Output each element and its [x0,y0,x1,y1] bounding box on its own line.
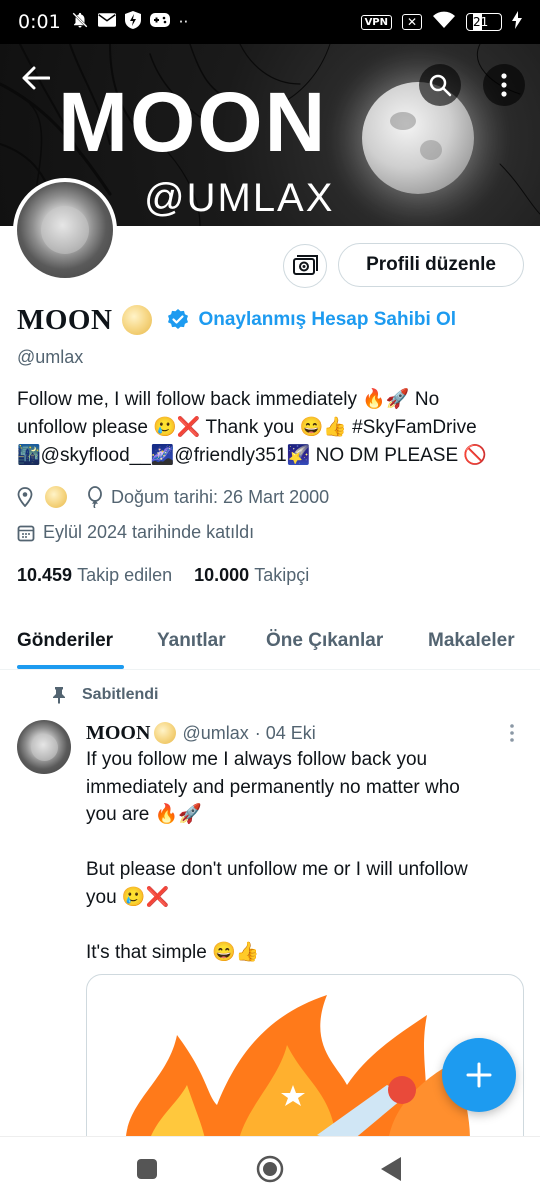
banner-title: MOON [58,75,328,169]
back-nav-button[interactable] [381,1157,401,1185]
full-moon-emoji [122,305,153,335]
search-icon [429,74,452,97]
birthday-text: Doğum tarihi: 26 Mart 2000 [111,486,330,507]
bell-off-icon [71,11,89,33]
vpn-badge: VPN [360,14,392,30]
edit-profile-button[interactable]: Profili düzenle [338,243,524,287]
tab-replies[interactable]: Yanıtlar [157,630,226,652]
status-time: 0:01 [18,11,61,33]
tweet-author-avatar[interactable] [17,720,71,774]
bio-line: Follow me, I will follow back immediatel… [17,389,440,410]
tweet-author-handle[interactable]: @umlax [182,723,248,744]
tweet-author-name[interactable]: MOON [86,722,150,745]
search-button[interactable] [419,64,461,106]
profile-name-row: MOON Onaylanmış Hesap Sahibi Ol [17,302,456,338]
author-moon-emoji [154,722,177,744]
wifi-icon [432,11,456,34]
banner-handle: @UMLAX [144,176,335,220]
tab-highlights[interactable]: Öne Çıkanlar [266,630,383,652]
shield-icon [124,11,141,33]
switch-account-button[interactable] [283,244,327,288]
back-button[interactable] [22,66,51,96]
location-row: Doğum tarihi: 26 Mart 2000 [17,486,329,508]
gamepad-icon [149,13,170,31]
get-verified-link[interactable]: Onaylanmış Hesap Sahibi Ol [198,309,456,331]
back-arrow-icon [22,66,51,90]
calendar-icon [17,525,35,541]
tab-articles[interactable]: Makaleler [428,630,515,652]
recent-apps-button[interactable] [137,1159,157,1183]
camera-switch-icon [293,255,318,275]
android-nav-bar [0,1136,540,1200]
compose-plus-icon [466,1062,492,1088]
active-tab-indicator [17,665,124,669]
banner-moon [362,82,474,194]
mail-icon [97,13,116,31]
bio-line[interactable]: unfollow please 🥲❌ Thank you 😄👍 #SkyFamD… [17,414,527,442]
tweet-header: MOON @umlax · 04 Eki [86,720,316,746]
tab-posts[interactable]: Gönderiler [17,630,113,652]
compose-button[interactable] [442,1038,516,1112]
tweet-more-icon[interactable] [508,723,516,743]
follow-stats: 10.459 Takip edilen 10.000 Takipçi [17,565,309,586]
more-notifications: ·· [178,13,189,31]
profile-avatar[interactable] [13,178,117,282]
bio-line[interactable]: 🌃@skyflood__🌌@friendly351🌠 NO DM PLEASE … [17,442,527,470]
home-button[interactable] [256,1155,284,1187]
joined-text: Eylül 2024 tarihinde katıldı [43,522,255,542]
more-options-button[interactable] [483,64,525,106]
balloon-icon [88,486,102,508]
profile-tabs: Gönderiler Yanıtlar Öne Çıkanlar Makalel… [0,616,540,670]
avatar-moon-image [17,182,113,278]
profile-bio: Follow me, I will follow back immediatel… [17,386,527,470]
location-icon [17,487,33,507]
battery-icon: 21 [466,13,502,31]
no-sim-icon: ✕ [402,14,422,30]
verified-badge-icon[interactable] [166,308,190,332]
location-moon-emoji [45,486,67,508]
status-bar: 0:01 ·· VPN ✕ 21 [0,0,540,44]
pin-icon [53,687,65,704]
followers-link[interactable]: 10.000 Takipçi [194,565,309,586]
more-vertical-icon [501,73,507,97]
tweet-text: If you follow me I always follow back yo… [86,749,468,963]
tweet-date: · 04 Eki [254,722,316,743]
profile-handle: @umlax [17,347,84,367]
profile-name: MOON [17,303,113,336]
charging-icon [512,10,522,34]
following-link[interactable]: 10.459 Takip edilen [17,565,172,586]
pinned-indicator: Sabitlendi [52,686,158,704]
joined-row: Eylül 2024 tarihinde katıldı [17,522,254,543]
